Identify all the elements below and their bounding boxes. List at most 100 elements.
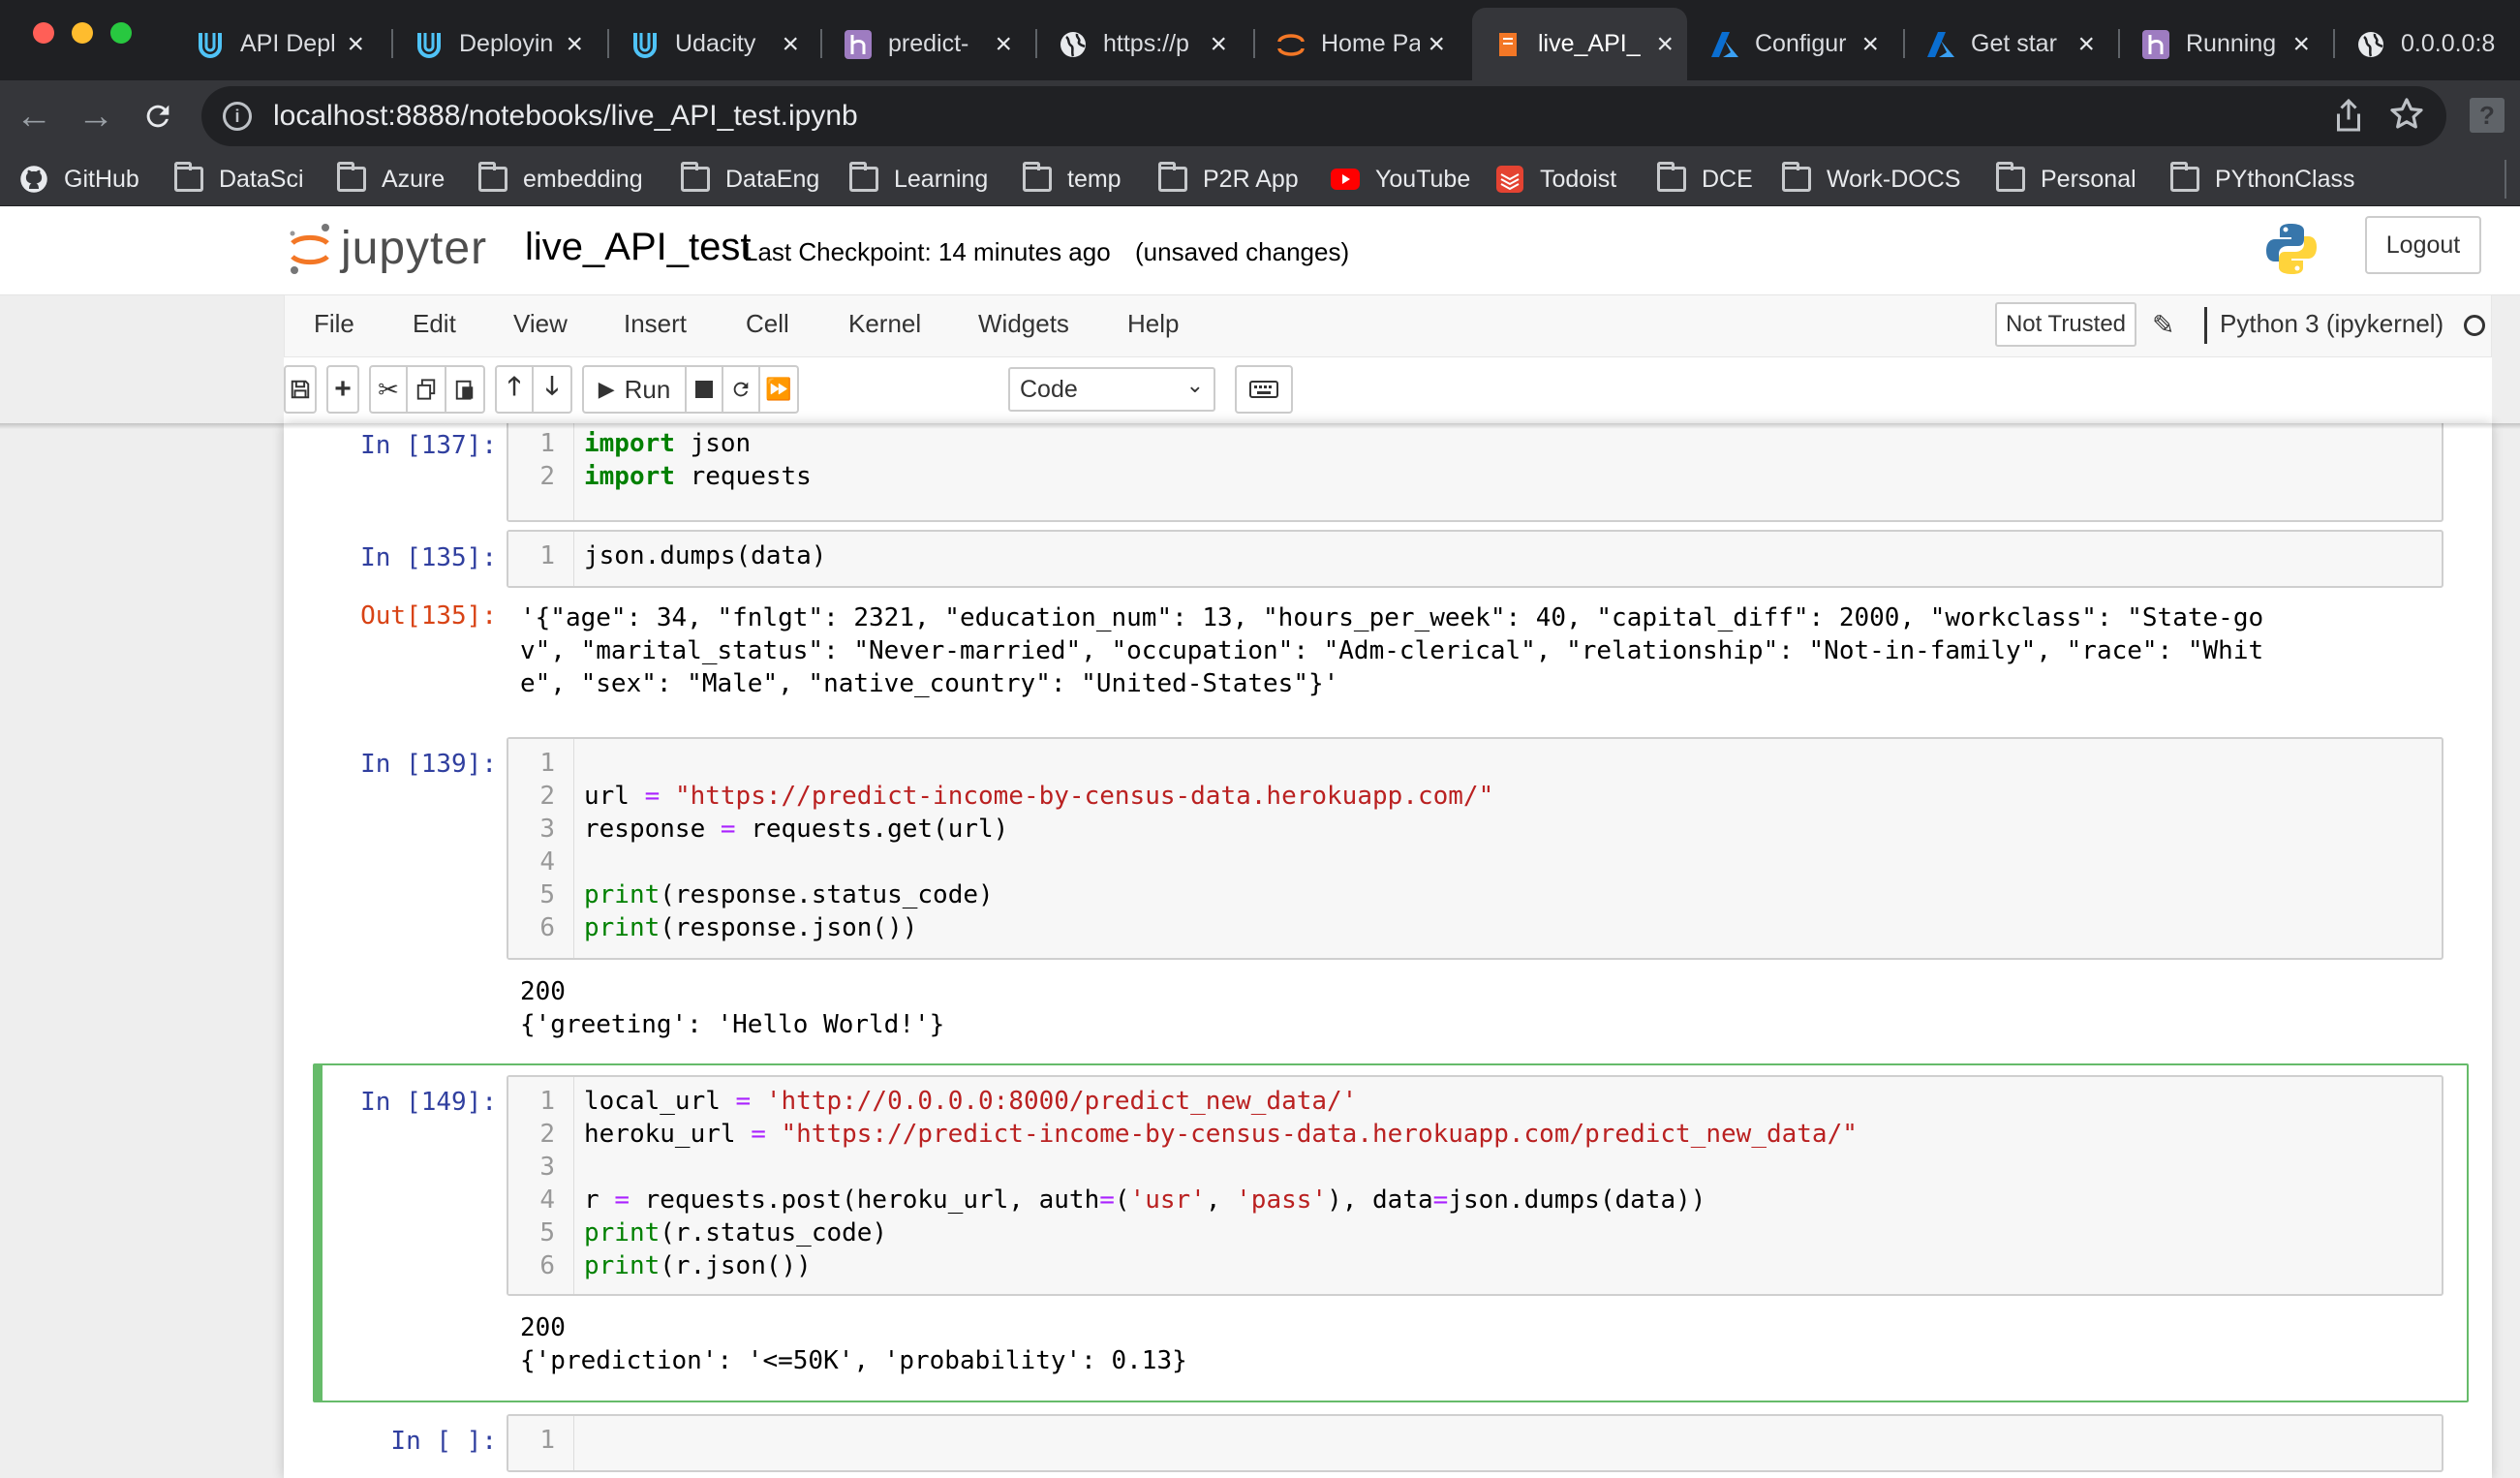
cell-type-select[interactable]: Code ⌄ (1008, 367, 1215, 412)
bookmark-dataeng[interactable]: DataEng (681, 162, 819, 197)
code-editor[interactable]: 1 import json 2 import requests (507, 423, 2443, 522)
save-button[interactable] (284, 365, 317, 414)
heroku-icon (2139, 28, 2172, 61)
address-bar[interactable]: i localhost:8888/notebooks/live_API_test… (201, 86, 2446, 146)
menu-file[interactable]: File (314, 309, 354, 339)
browser-tab[interactable]: live_API_ × (1472, 8, 1687, 80)
bookmark-temp[interactable]: temp (1023, 162, 1122, 197)
copy-button[interactable] (408, 365, 446, 414)
bookmark-star-icon[interactable] (2388, 96, 2425, 138)
close-icon[interactable]: × (1861, 29, 1879, 59)
extension-icon[interactable]: ? (2470, 98, 2505, 133)
insert-cell-button[interactable]: + (326, 365, 359, 414)
folder-icon (1782, 162, 1811, 192)
notebook-container: In [137]: 1 import json 2 import requests In … (284, 423, 2492, 1478)
bookmark-datasci[interactable]: DataSci (174, 162, 304, 197)
bookmark-personal[interactable]: Personal (1996, 162, 2136, 197)
interrupt-button[interactable] (687, 365, 723, 414)
address-url: localhost:8888/notebooks/live_API_test.i… (273, 100, 858, 132)
bookmark-pythonclass[interactable]: PYthonClass (2170, 162, 2355, 197)
browser-tab[interactable]: predict- × (822, 8, 1026, 80)
close-icon[interactable]: × (2077, 29, 2095, 59)
close-icon[interactable]: × (782, 29, 799, 59)
browser-tab[interactable]: Running × (2120, 8, 2323, 80)
browser-tab[interactable]: 0.0.0.0:8 (2335, 8, 2520, 80)
close-icon[interactable]: × (1428, 29, 1445, 59)
chevron-down-icon: ⌄ (1185, 373, 1204, 397)
code-editor[interactable]: 1 (507, 1414, 2443, 1472)
notebook-name[interactable]: live_API_test (525, 226, 751, 269)
code-token: (response.json()) (660, 913, 918, 942)
bookmark-azure[interactable]: Azure (337, 162, 445, 197)
udacity-icon (194, 28, 227, 61)
browser-tab[interactable]: https://p × (1037, 8, 1241, 80)
notebook-toolbar: + ✂ 🡑 🡓 ▶ Run ⏩ Code ⌄ (284, 357, 2492, 423)
jupyter-logo[interactable]: jupyter (287, 220, 487, 276)
menu-view[interactable]: View (513, 309, 568, 339)
browser-tab[interactable]: API Depl × (174, 8, 378, 80)
bookmarks-divider (2505, 160, 2506, 199)
browser-tab[interactable]: Deployin × (393, 8, 597, 80)
bookmark-github[interactable]: GitHub (19, 162, 139, 197)
code-token: heroku_url (584, 1120, 752, 1149)
restart-button[interactable] (723, 365, 760, 414)
site-info-icon[interactable]: i (223, 102, 252, 131)
cell-output: 200 {'prediction': '<=50K', 'probability… (520, 1313, 1187, 1375)
command-palette-button[interactable] (1235, 365, 1293, 414)
code-token: (r.json()) (660, 1251, 812, 1280)
close-icon[interactable]: × (566, 29, 583, 59)
tab-separator (2118, 29, 2120, 58)
menu-help[interactable]: Help (1127, 309, 1179, 339)
github-icon (19, 166, 48, 193)
kernel-name[interactable]: Python 3 (ipykernel) (2220, 309, 2443, 339)
forward-arrow-icon[interactable]: → (74, 94, 118, 139)
line-number: 1 (539, 541, 555, 570)
code-editor[interactable]: 1 local_url = 'http://0.0.0.0:8000/predic… (507, 1075, 2443, 1296)
menu-cell[interactable]: Cell (746, 309, 789, 339)
maximize-window-button[interactable] (110, 22, 132, 44)
tab-title: predict- (888, 30, 969, 57)
bookmark-label: Azure (382, 165, 446, 193)
move-down-button[interactable]: 🡓 (534, 365, 572, 414)
logout-button[interactable]: Logout (2365, 216, 2481, 274)
close-icon[interactable]: × (1656, 29, 1674, 59)
not-trusted-button[interactable]: Not Trusted (1995, 302, 2136, 347)
share-icon[interactable] (2334, 98, 2363, 138)
reload-icon[interactable] (136, 94, 180, 139)
browser-tab[interactable]: Home Pa × (1255, 8, 1459, 80)
close-window-button[interactable] (33, 22, 54, 44)
menu-widgets[interactable]: Widgets (978, 309, 1069, 339)
close-icon[interactable]: × (1210, 29, 1227, 59)
tab-title: Home Pa (1321, 30, 1421, 57)
bookmark-work-docs[interactable]: Work-DOCS (1782, 162, 1960, 197)
browser-tab[interactable]: Configur × (1689, 8, 1892, 80)
menu-edit[interactable]: Edit (413, 309, 456, 339)
close-icon[interactable]: × (347, 29, 364, 59)
close-icon[interactable]: × (2292, 29, 2310, 59)
close-icon[interactable]: × (995, 29, 1012, 59)
jupyter-logo-icon (290, 224, 329, 274)
minimize-window-button[interactable] (72, 22, 93, 44)
run-button[interactable]: ▶ Run (582, 365, 687, 414)
bookmark-youtube[interactable]: YouTube (1331, 162, 1470, 197)
bookmark-p2r-app[interactable]: P2R App (1158, 162, 1299, 197)
bookmark-todoist[interactable]: Todoist (1495, 162, 1616, 197)
code-editor[interactable]: 1 2 url = "https://predict-income-by-censu… (507, 737, 2443, 960)
tab-title: Get star (1971, 30, 2057, 57)
back-arrow-icon[interactable]: ← (12, 94, 56, 139)
bookmark-dce[interactable]: DCE (1657, 162, 1753, 197)
browser-tab[interactable]: Udacity × (609, 8, 813, 80)
menu-insert[interactable]: Insert (624, 309, 687, 339)
paste-button[interactable] (446, 365, 485, 414)
browser-tab[interactable]: Get star × (1905, 8, 2108, 80)
bookmark-learning[interactable]: Learning (849, 162, 988, 197)
menu-kernel[interactable]: Kernel (848, 309, 921, 339)
cut-button[interactable]: ✂ (369, 365, 408, 414)
edit-mode-pencil-icon: ✎ (2152, 310, 2175, 340)
code-editor[interactable]: 1 json.dumps(data) (507, 530, 2443, 588)
bookmark-embedding[interactable]: embedding (478, 162, 643, 197)
tab-title: Deployin (459, 30, 554, 57)
jupyter-logo-text: jupyter (341, 222, 488, 274)
restart-run-all-button[interactable]: ⏩ (760, 365, 799, 414)
move-up-button[interactable]: 🡑 (495, 365, 534, 414)
